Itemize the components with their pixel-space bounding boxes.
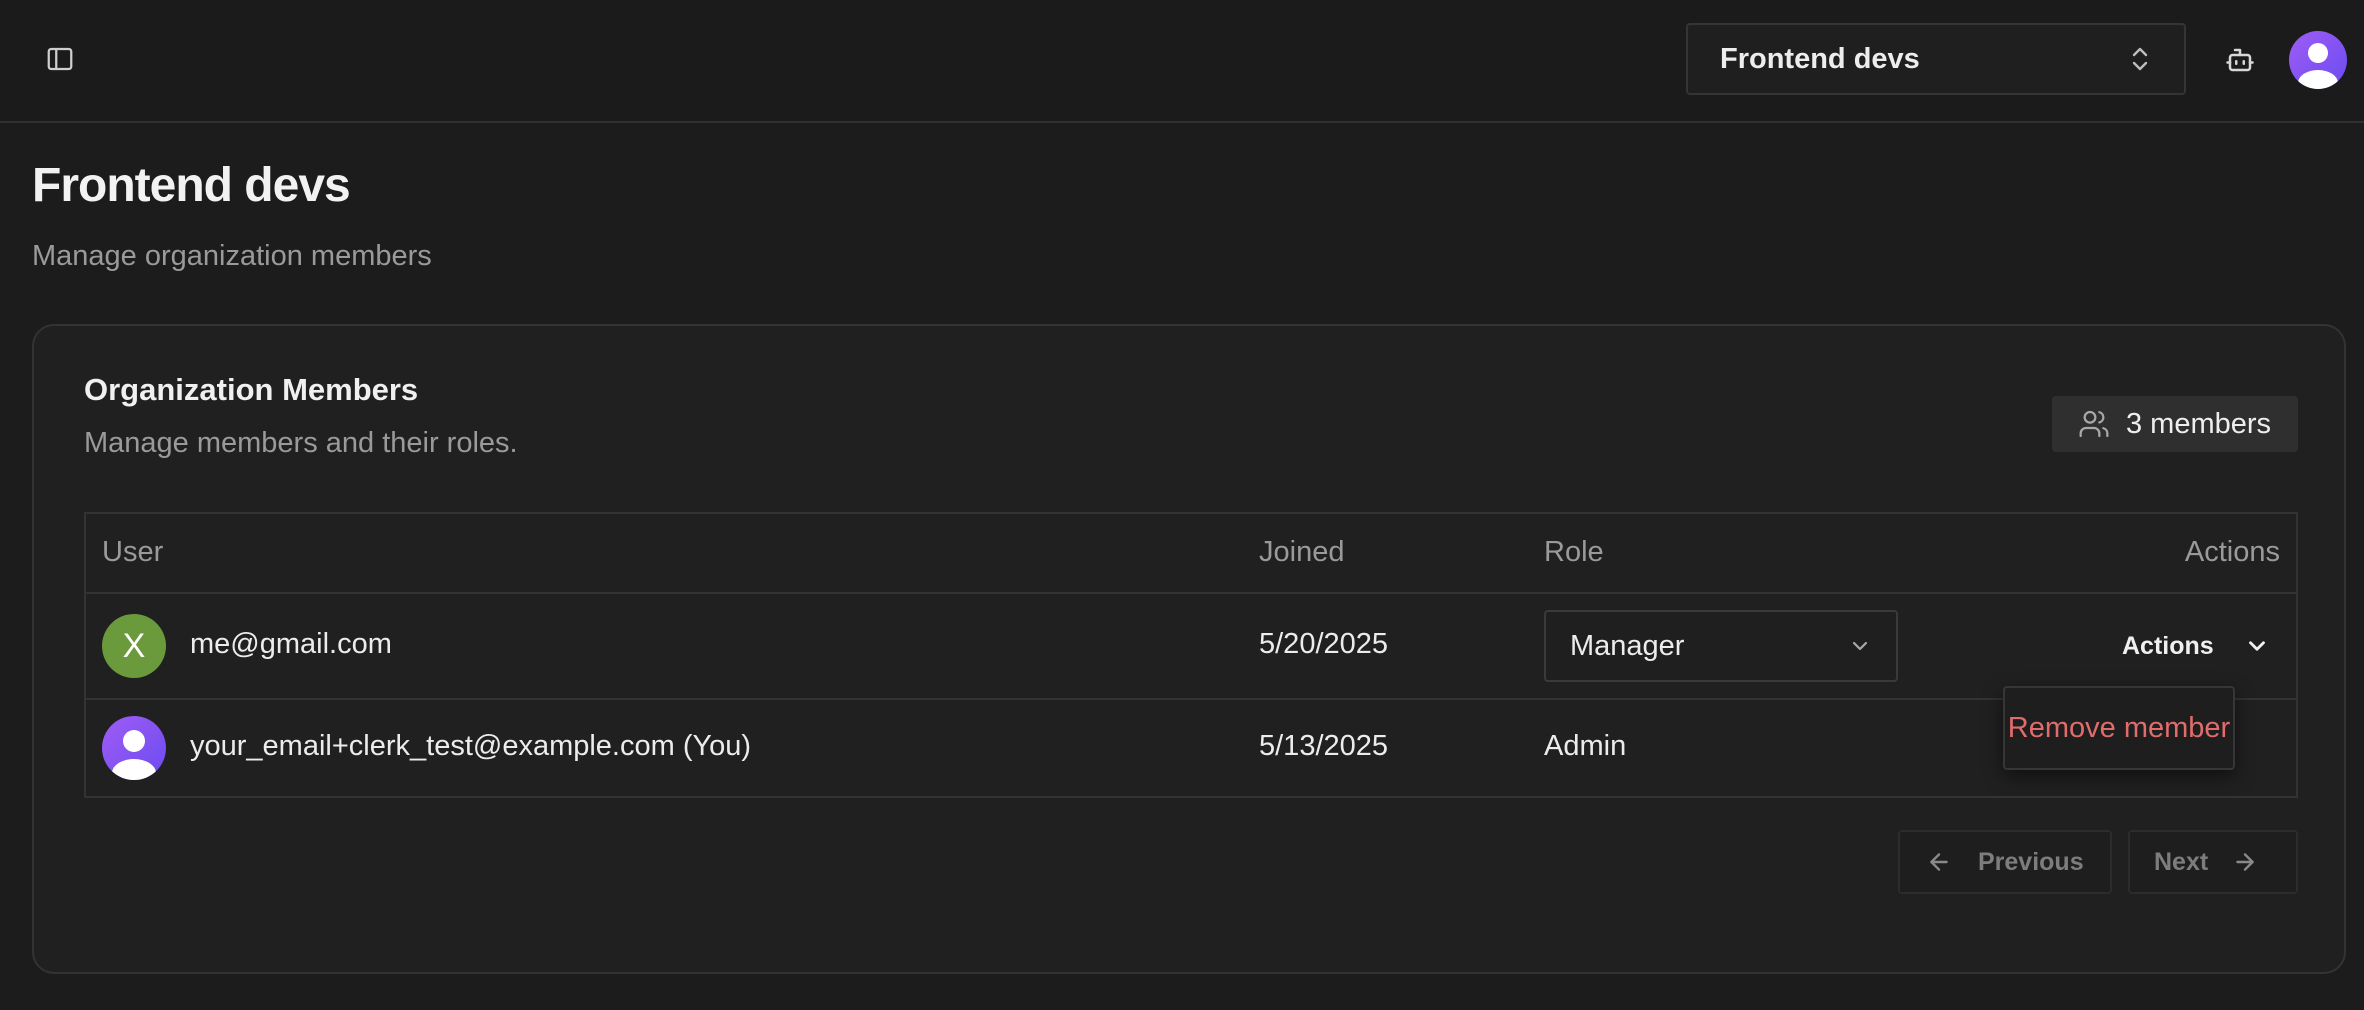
joined-date: 5/20/2025	[1259, 628, 1389, 660]
organization-switcher-label: Frontend devs	[1720, 42, 1920, 75]
table-header: User Joined Role Actions	[86, 514, 2296, 594]
sidebar-toggle-button[interactable]	[38, 37, 82, 81]
card-title: Organization Members	[84, 372, 419, 407]
actions-menu-button[interactable]: Actions	[2102, 620, 2282, 672]
table-row: your_email+clerk_test@example.com (You) …	[86, 700, 2296, 798]
arrow-right-icon	[2236, 853, 2254, 871]
role-text: Admin	[1544, 730, 1627, 762]
previous-page-label: Previous	[1978, 847, 2084, 876]
card-description: Manage members and their roles.	[84, 427, 518, 459]
next-page-button[interactable]: Next	[2128, 830, 2298, 894]
sidebar-icon	[47, 47, 73, 71]
assistant-bot-button[interactable]	[2220, 40, 2260, 80]
previous-page-button[interactable]: Previous	[1898, 830, 2112, 894]
chevron-down-icon	[2248, 641, 2265, 651]
column-header-role: Role	[1544, 536, 1604, 568]
avatar	[102, 716, 166, 780]
role-select[interactable]: Manager	[1544, 610, 1898, 682]
user-avatar-button[interactable]	[2289, 31, 2347, 89]
user-email: your_email+clerk_test@example.com (You)	[190, 730, 752, 762]
page-title: Frontend devs	[32, 159, 351, 212]
column-header-user: User	[102, 536, 164, 568]
page-subtitle: Manage organization members	[32, 240, 432, 272]
avatar-letter: X	[122, 626, 146, 665]
remove-member-menu-item[interactable]: Remove member	[2008, 712, 2230, 745]
organization-switcher[interactable]: Frontend devs	[1686, 23, 2186, 95]
user-avatar-icon	[2298, 43, 2338, 89]
column-header-actions: Actions	[2184, 536, 2280, 568]
members-count-badge: 3 members	[2052, 396, 2298, 452]
members-count-text: 3 members	[2126, 407, 2272, 440]
joined-date: 5/13/2025	[1259, 730, 1389, 762]
next-page-label: Next	[2154, 847, 2209, 876]
top-bar: Frontend devs	[0, 0, 2364, 123]
user-avatar-icon	[112, 730, 156, 780]
bot-icon	[2226, 48, 2254, 72]
role-select-value: Manager	[1570, 629, 1685, 662]
column-header-joined: Joined	[1259, 536, 1345, 568]
actions-menu-label: Actions	[2122, 631, 2214, 660]
table-row: X me@gmail.com 5/20/2025 Manager Actions	[86, 594, 2296, 700]
members-table: User Joined Role Actions X me@gmail.com …	[84, 512, 2298, 798]
organization-members-card: Organization Members Manage members and …	[32, 324, 2346, 974]
users-icon	[2079, 410, 2109, 438]
actions-dropdown-menu: Remove member	[2003, 686, 2235, 770]
user-email: me@gmail.com	[190, 628, 392, 660]
chevron-down-icon	[1852, 641, 1868, 651]
chevrons-up-down-icon	[2128, 43, 2152, 75]
arrow-left-icon	[1930, 853, 1948, 871]
avatar: X	[102, 614, 166, 678]
